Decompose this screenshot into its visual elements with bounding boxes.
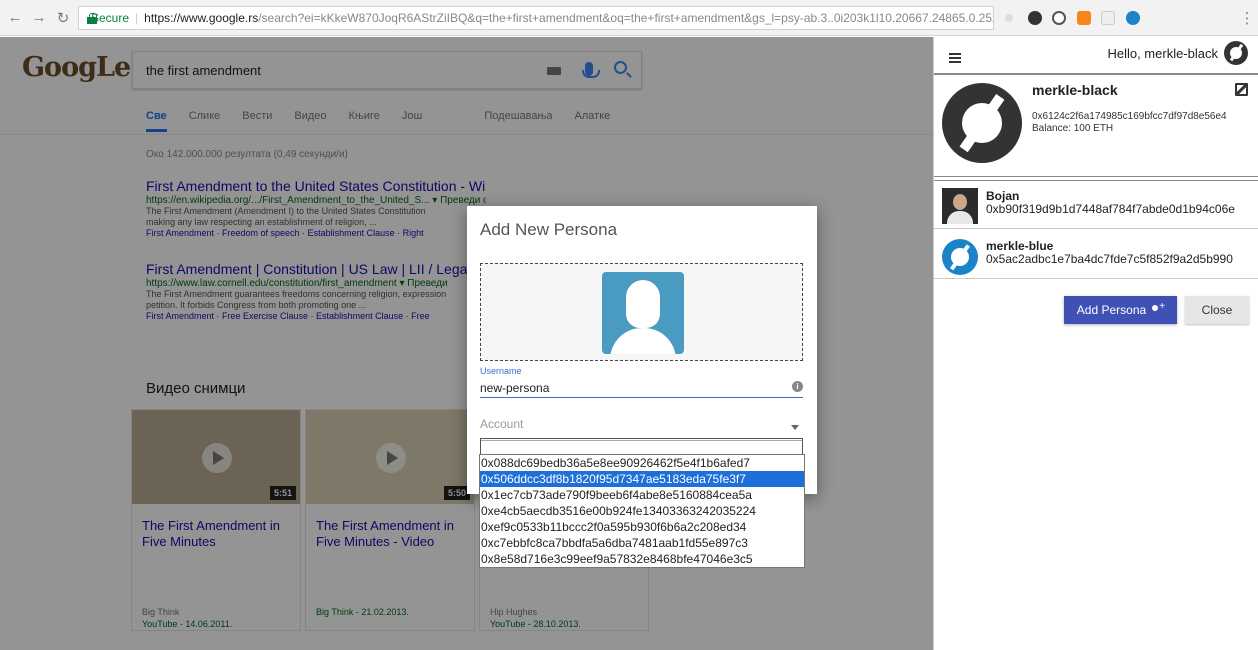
persona-list-item[interactable]: Bojan 0xb90f319d9b1d7448af784f7abde0d1b9…: [934, 183, 1258, 229]
merkle-logo-icon: [1224, 41, 1248, 65]
avatar-body-shape: [610, 328, 676, 354]
account-placeholder: Account: [480, 417, 524, 431]
close-button[interactable]: Close: [1185, 296, 1249, 324]
merkle-extension-icon[interactable]: [1126, 11, 1140, 25]
caret-down-icon[interactable]: [791, 425, 799, 430]
extension-blank-icon[interactable]: [1101, 11, 1115, 25]
merkle-blue-logo-icon: [942, 239, 978, 275]
address-bar[interactable]: Secure | https://www.google.rs/search?ei…: [78, 6, 994, 30]
account-option[interactable]: 0x8e58d716e3c99eef9a57832e8468bfe47046e3…: [480, 551, 804, 567]
extension-circle-icon[interactable]: [1052, 11, 1066, 25]
extension-dot-icon[interactable]: [1005, 14, 1013, 22]
current-persona-address: 0x6124c2f6a174985c169bfcc7df97d8e56e4: [1032, 111, 1227, 122]
account-option[interactable]: 0x1ec7cb73ade790f9beeb6f4abe8e5160884cea…: [480, 487, 804, 503]
add-persona-button[interactable]: Add Persona: [1064, 296, 1177, 324]
dialog-title: Add New Persona: [480, 220, 618, 239]
username-label: Username: [480, 366, 522, 376]
account-dropdown-list[interactable]: 0x088dc69bedb36a5e8ee90926462f5e4f1b6afe…: [479, 454, 805, 568]
avatar: [942, 188, 978, 224]
section-divider: [934, 176, 1258, 177]
current-persona-balance: Balance: 100 ETH: [1032, 123, 1114, 134]
username-input[interactable]: [480, 378, 803, 398]
avatar-dropzone[interactable]: [480, 263, 803, 361]
info-icon[interactable]: i: [792, 381, 803, 392]
current-persona-name: merkle-black: [1032, 82, 1118, 98]
menu-icon[interactable]: [949, 53, 961, 63]
url-separator: |: [135, 11, 139, 25]
persona-address: 0x5ac2adbc1e7ba4dc7fde7c5f852f9a2d5b990: [986, 252, 1233, 266]
persona-list-item[interactable]: merkle-blue 0x5ac2adbc1e7ba4dc7fde7c5f85…: [934, 233, 1258, 279]
add-persona-label: Add Persona: [1076, 303, 1147, 317]
browser-toolbar: ← → ↻ Secure | https://www.google.rs/sea…: [0, 0, 1258, 36]
extension-dark-icon[interactable]: [1028, 11, 1042, 25]
url-host: https://www.google.rs: [144, 11, 259, 25]
avatar-placeholder-icon[interactable]: [602, 272, 684, 354]
back-icon[interactable]: ←: [6, 9, 24, 27]
persona-avatar: [942, 83, 1022, 163]
persona-name: Bojan: [986, 189, 1020, 203]
section-divider: [934, 180, 1258, 181]
account-option[interactable]: 0xef9c0533b11bccc2f0a595b930f6b6a2c208ed…: [480, 519, 804, 535]
edit-icon[interactable]: [1235, 83, 1248, 96]
account-option[interactable]: 0x088dc69bedb36a5e8ee90926462f5e4f1b6afe…: [480, 455, 804, 471]
chrome-menu-icon[interactable]: ⋮: [1238, 9, 1256, 27]
account-option-selected[interactable]: 0x506ddcc3df8b1820f95d7347ae5183eda75fe3…: [480, 471, 804, 487]
account-option[interactable]: 0xe4cb5aecdb3516e00b924fe134033632420352…: [480, 503, 804, 519]
forward-icon[interactable]: →: [30, 9, 48, 27]
url-path: /search?ei=kKkeW870JoqR6AStrZiIBQ&q=the+…: [258, 11, 993, 25]
persona-address: 0xb90f319d9b1d7448af784f7abde0d1b94c06e: [986, 202, 1235, 216]
greeting: Hello, merkle-black: [1107, 46, 1218, 61]
add-persona-dialog: Add New Persona Username i Account: [467, 206, 817, 494]
reload-icon[interactable]: ↻: [54, 9, 72, 27]
avatar-head-shape: [626, 280, 660, 328]
header-divider: [934, 73, 1258, 75]
account-option[interactable]: 0xc7ebbfc8ca7bbdfa5a6dba7481aab1fd55e897…: [480, 535, 804, 551]
add-user-icon: [1152, 301, 1165, 315]
persona-name: merkle-blue: [986, 239, 1054, 253]
persona-panel: Hello, merkle-black merkle-black 0x6124c…: [933, 37, 1258, 650]
metamask-icon[interactable]: [1077, 11, 1091, 25]
